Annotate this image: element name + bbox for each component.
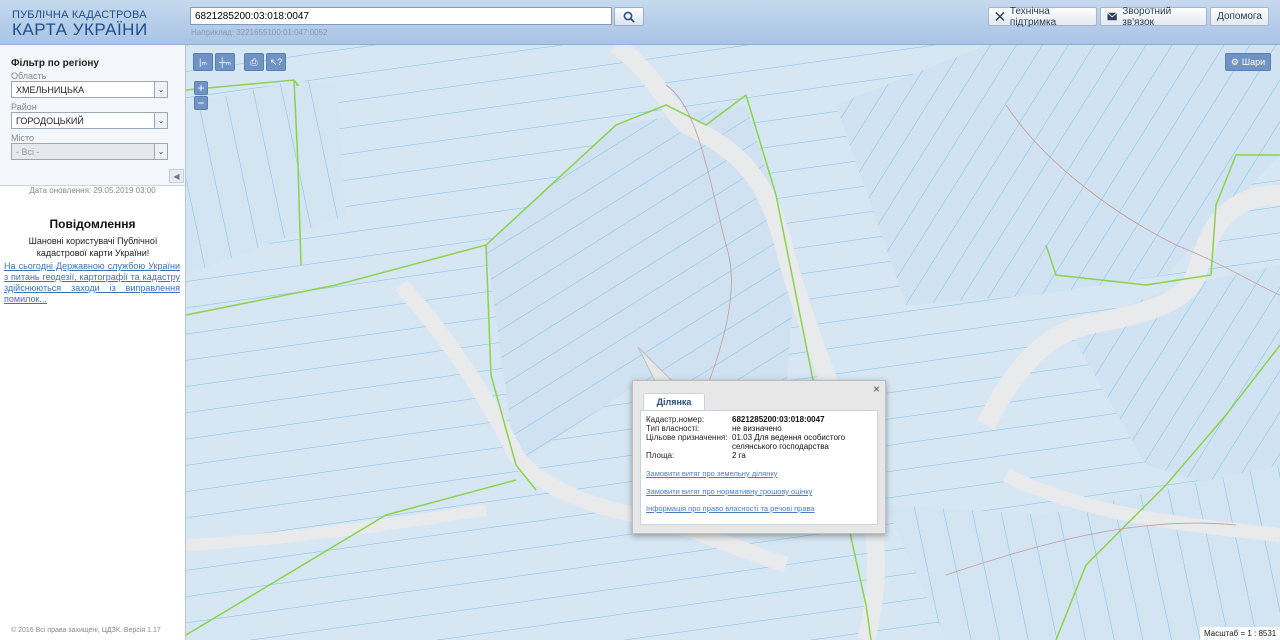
order-land-extract-link[interactable]: Замовити витяг про земельну ділянку — [646, 469, 778, 478]
rayon-value: ГОРОДОЦЬКИЙ — [16, 116, 84, 126]
tech-support-button[interactable]: Технічна підтримка — [988, 5, 1097, 28]
map-canvas[interactable]: |ₘ ┼ₘ ⎙ ↖? + − ⚙ Шари × Ділянка Кадастр.… — [186, 45, 1280, 640]
map-scale: Масштаб = 1 : 8531 — [1200, 627, 1280, 640]
layers-button[interactable]: ⚙ Шари — [1225, 53, 1271, 71]
identify-button[interactable]: ↖? — [266, 53, 286, 71]
measure-tools: |ₘ ┼ₘ — [193, 53, 235, 71]
update-date: Дата оновлення: 29.05.2019 03:00 — [29, 186, 156, 195]
collapse-sidebar-button[interactable]: ◀ — [169, 169, 184, 183]
ownership-rights-info-link[interactable]: Інформація про право власності та речові… — [646, 504, 815, 513]
ownership-value: не визначено — [732, 424, 782, 433]
envelope-icon — [1107, 12, 1118, 21]
tech-support-label: Технічна підтримка — [1009, 5, 1057, 28]
tools-icon — [995, 11, 1005, 22]
misto-label: Місто — [11, 133, 35, 143]
parcel-info-popup: × Ділянка Кадастр.номер: 6821285200:03:0… — [632, 380, 886, 534]
sidebar: Фільтр по регіону Область ХМЕЛЬНИЦЬКА ⌄ … — [0, 45, 186, 640]
region-filter-panel: Фільтр по регіону Область ХМЕЛЬНИЦЬКА ⌄ … — [0, 45, 185, 186]
cadastral-number-label: Кадастр.номер: — [646, 415, 705, 424]
print-button[interactable]: ⎙ — [244, 53, 264, 71]
rayon-select[interactable]: ГОРОДОЦЬКИЙ ⌄ — [11, 112, 168, 129]
parcel-info-body: Кадастр.номер: 6821285200:03:018:0047 Ти… — [640, 410, 878, 525]
search-icon — [623, 11, 635, 23]
action-tools: ⎙ ↖? — [244, 53, 286, 71]
zoom-out-button[interactable]: − — [194, 96, 208, 110]
misto-value: - Всі - — [16, 147, 40, 157]
layers-label: Шари — [1241, 57, 1266, 67]
tab-parcel[interactable]: Ділянка — [643, 393, 705, 411]
logo-title[interactable]: КАРТА УКРАЇНИ — [12, 20, 148, 40]
area-label: Площа: — [646, 451, 675, 460]
search-button[interactable] — [614, 7, 644, 26]
measure-distance-button[interactable]: |ₘ — [193, 53, 213, 71]
order-valuation-extract-link[interactable]: Замовити витяг про нормативну грошову оц… — [646, 487, 812, 496]
cadastral-number-value: 6821285200:03:018:0047 — [732, 415, 825, 424]
search-example-hint: Наприклад: 3221655100:01:047:0052 — [191, 28, 328, 37]
ruler-icon: |ₘ — [199, 56, 207, 67]
feedback-label: Зворотний зв'язок — [1122, 5, 1172, 28]
cadastral-search-input[interactable] — [190, 7, 612, 25]
gear-icon: ⚙ — [1230, 56, 1239, 67]
filter-title: Фільтр по регіону — [11, 58, 99, 69]
cursor-question-icon: ↖? — [269, 56, 283, 67]
notice-title: Повідомлення — [49, 217, 136, 231]
printer-icon: ⎙ — [250, 56, 258, 67]
purpose-label: Цільове призначення: — [646, 433, 728, 442]
copyright: © 2016 Всі права захищені, ЦДЗК. Версія … — [11, 627, 161, 634]
notice-link[interactable]: На сьогодні Державною службою України з … — [4, 261, 180, 305]
chevron-down-icon: ⌄ — [154, 144, 167, 159]
rayon-label: Район — [11, 102, 37, 112]
oblast-label: Область — [11, 71, 47, 81]
help-label: Допомога — [1217, 11, 1262, 22]
chevron-down-icon: ⌄ — [154, 113, 167, 128]
area-value: 2 га — [732, 451, 746, 460]
help-button[interactable]: Допомога — [1210, 7, 1269, 26]
cadastral-map-layer — [186, 45, 1280, 640]
ownership-label: Тип власності: — [646, 424, 700, 433]
top-header: ПУБЛІЧНА КАДАСТРОВА КАРТА УКРАЇНИ Наприк… — [0, 0, 1280, 45]
close-icon[interactable]: × — [873, 382, 880, 396]
misto-select[interactable]: - Всі - ⌄ — [11, 143, 168, 160]
chevron-down-icon: ⌄ — [154, 82, 167, 97]
oblast-select[interactable]: ХМЕЛЬНИЦЬКА ⌄ — [11, 81, 168, 98]
notice-greeting: Шановні користувачі Публічної кадастрово… — [28, 236, 158, 258]
area-icon: ┼ₘ — [219, 56, 231, 67]
measure-area-button[interactable]: ┼ₘ — [215, 53, 235, 71]
oblast-value: ХМЕЛЬНИЦЬКА — [16, 85, 85, 95]
zoom-in-button[interactable]: + — [194, 81, 208, 95]
purpose-value: 01.03 Для ведення особистого селянського… — [732, 433, 846, 451]
feedback-button[interactable]: Зворотний зв'язок — [1100, 5, 1207, 28]
